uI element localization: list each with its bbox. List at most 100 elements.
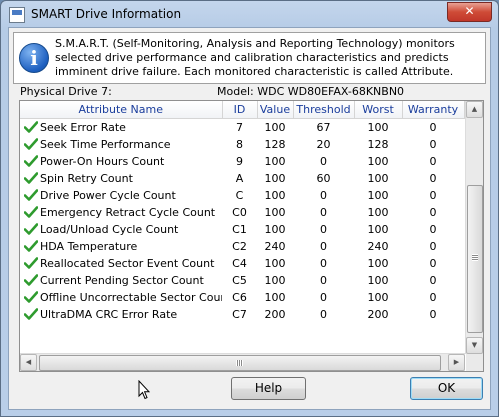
title-bar[interactable]: SMART Drive Information ✕ (1, 1, 498, 27)
attribute-id-cell: C0 (232, 206, 247, 219)
table-row[interactable]: UltraDMA CRC Error Rate C7 200 0 200 0 (20, 306, 464, 323)
green-check-icon (24, 121, 38, 133)
attribute-name: Load/Unload Cycle Count (40, 223, 179, 236)
attribute-name-cell: Current Pending Sector Count (20, 272, 222, 289)
attribute-name: Spin Retry Count (40, 172, 133, 185)
attribute-id-cell: C5 (232, 274, 247, 287)
scrollbar-corner (466, 354, 483, 371)
table-row[interactable]: Drive Power Cycle Count C 100 0 100 0 (20, 187, 464, 204)
attribute-worst-cell: 100 (367, 206, 389, 219)
horizontal-scroll-thumb[interactable] (39, 355, 441, 371)
info-panel: i S.M.A.R.T. (Self-Monitoring, Analysis … (13, 32, 486, 84)
attribute-threshold-cell: 0 (320, 291, 327, 304)
attribute-threshold-cell: 67 (316, 121, 331, 134)
attribute-worst-cell: 100 (367, 257, 389, 270)
attribute-id-cell: C2 (232, 240, 247, 253)
attribute-name-cell: Power-On Hours Count (20, 153, 222, 170)
attribute-value-cell: 100 (264, 172, 286, 185)
attribute-worst-cell: 100 (367, 172, 389, 185)
attribute-threshold-cell: 60 (316, 172, 331, 185)
attribute-id-cell: 9 (236, 155, 243, 168)
column-header-threshold[interactable]: Threshold (293, 101, 355, 119)
attribute-id-cell: 8 (236, 138, 243, 151)
attribute-warranty-cell: 0 (429, 291, 437, 304)
green-check-icon (24, 172, 38, 184)
attribute-worst-cell: 128 (367, 138, 389, 151)
smart-dialog-window: SMART Drive Information ✕ i S.M.A.R.T. (… (0, 0, 499, 417)
green-check-icon (24, 240, 38, 252)
attribute-warranty-cell: 0 (429, 155, 437, 168)
attribute-threshold-cell: 0 (320, 257, 327, 270)
attribute-value-cell: 100 (264, 189, 286, 202)
attribute-threshold-cell: 0 (320, 155, 327, 168)
table-row[interactable]: Spin Retry Count A 100 60 100 0 (20, 170, 464, 187)
vertical-scroll-thumb[interactable] (467, 185, 483, 333)
attribute-value-cell: 100 (264, 121, 286, 134)
attribute-value-cell: 100 (264, 223, 286, 236)
green-check-icon (24, 206, 38, 218)
horizontal-scrollbar[interactable]: ◀ ▶ (20, 353, 465, 371)
attribute-value-cell: 240 (264, 240, 286, 253)
column-header-worst[interactable]: Worst (354, 101, 403, 119)
information-icon: i (19, 43, 49, 73)
column-header-attribute-name[interactable]: Attribute Name (20, 101, 223, 119)
attribute-value-cell: 100 (264, 155, 286, 168)
table-row[interactable]: Seek Time Performance 8 128 20 128 0 (20, 136, 464, 153)
scroll-up-button[interactable]: ▲ (466, 101, 483, 118)
physical-drive-label: Physical Drive 7: (20, 85, 112, 98)
app-window-icon (9, 7, 25, 23)
column-header-id[interactable]: ID (222, 101, 258, 119)
attribute-name: Current Pending Sector Count (40, 274, 204, 287)
table-row[interactable]: Offline Uncorrectable Sector Count C6 100 0… (20, 289, 464, 306)
scroll-right-button[interactable]: ▶ (448, 354, 465, 371)
attribute-worst-cell: 100 (367, 274, 389, 287)
green-check-icon (24, 257, 38, 269)
green-check-icon (24, 138, 38, 150)
attribute-name: UltraDMA CRC Error Rate (40, 308, 178, 321)
attribute-id-cell: C6 (232, 291, 247, 304)
attribute-name-cell: Offline Uncorrectable Sector Count (20, 289, 222, 306)
window-title: SMART Drive Information (31, 7, 182, 21)
table-row[interactable]: Reallocated Sector Event Count C4 100 0 100 0 (20, 255, 464, 272)
table-row[interactable]: Current Pending Sector Count C5 100 0 100 0 (20, 272, 464, 289)
attribute-name-cell: Seek Time Performance (20, 136, 222, 153)
green-check-icon (24, 189, 38, 201)
attribute-worst-cell: 100 (367, 291, 389, 304)
column-header-warranty[interactable]: Warranty (402, 101, 465, 119)
attribute-threshold-cell: 0 (320, 274, 327, 287)
attribute-name: Seek Time Performance (40, 138, 171, 151)
scroll-left-button[interactable]: ◀ (20, 354, 37, 371)
smart-attributes-table[interactable]: Attribute Name ID Value Threshold Worst … (19, 100, 484, 372)
table-row[interactable]: Emergency Retract Cycle Count C0 100 0 100 0 (20, 204, 464, 221)
table-row[interactable]: Seek Error Rate 7 100 67 100 0 (20, 119, 464, 137)
attribute-name-cell: HDA Temperature (20, 238, 222, 255)
scroll-grip-icon (236, 360, 243, 366)
attribute-warranty-cell: 0 (429, 274, 437, 287)
attribute-name: Power-On Hours Count (40, 155, 165, 168)
dialog-body: i S.M.A.R.T. (Self-Monitoring, Analysis … (8, 27, 491, 410)
table-row[interactable]: HDA Temperature C2 240 0 240 0 (20, 238, 464, 255)
vertical-scrollbar[interactable]: ▲ ▼ (465, 101, 483, 354)
attribute-worst-cell: 200 (367, 308, 389, 321)
attribute-threshold-cell: 0 (320, 206, 327, 219)
attribute-value-cell: 100 (264, 206, 286, 219)
table-row[interactable]: Power-On Hours Count 9 100 0 100 0 (20, 153, 464, 170)
help-button[interactable]: Help (231, 377, 306, 400)
column-header-value[interactable]: Value (257, 101, 294, 119)
attribute-name-cell: Reallocated Sector Event Count (20, 255, 222, 272)
attribute-warranty-cell: 0 (429, 257, 437, 270)
attribute-threshold-cell: 0 (320, 223, 327, 236)
attribute-name-cell: Drive Power Cycle Count (20, 187, 222, 204)
attribute-worst-cell: 100 (367, 223, 389, 236)
scroll-down-button[interactable]: ▼ (466, 337, 483, 354)
attribute-warranty-cell: 0 (429, 223, 437, 236)
attribute-name: Emergency Retract Cycle Count (40, 206, 216, 219)
close-button[interactable]: ✕ (447, 2, 492, 22)
attribute-warranty-cell: 0 (429, 189, 437, 202)
attribute-worst-cell: 100 (367, 189, 389, 202)
attribute-warranty-cell: 0 (429, 308, 437, 321)
table-row[interactable]: Load/Unload Cycle Count C1 100 0 100 0 (20, 221, 464, 238)
attribute-worst-cell: 240 (367, 240, 389, 253)
drive-model-label: Model: WDC WD80EFAX-68KNBN0 (217, 85, 405, 98)
ok-button[interactable]: OK (410, 377, 483, 400)
